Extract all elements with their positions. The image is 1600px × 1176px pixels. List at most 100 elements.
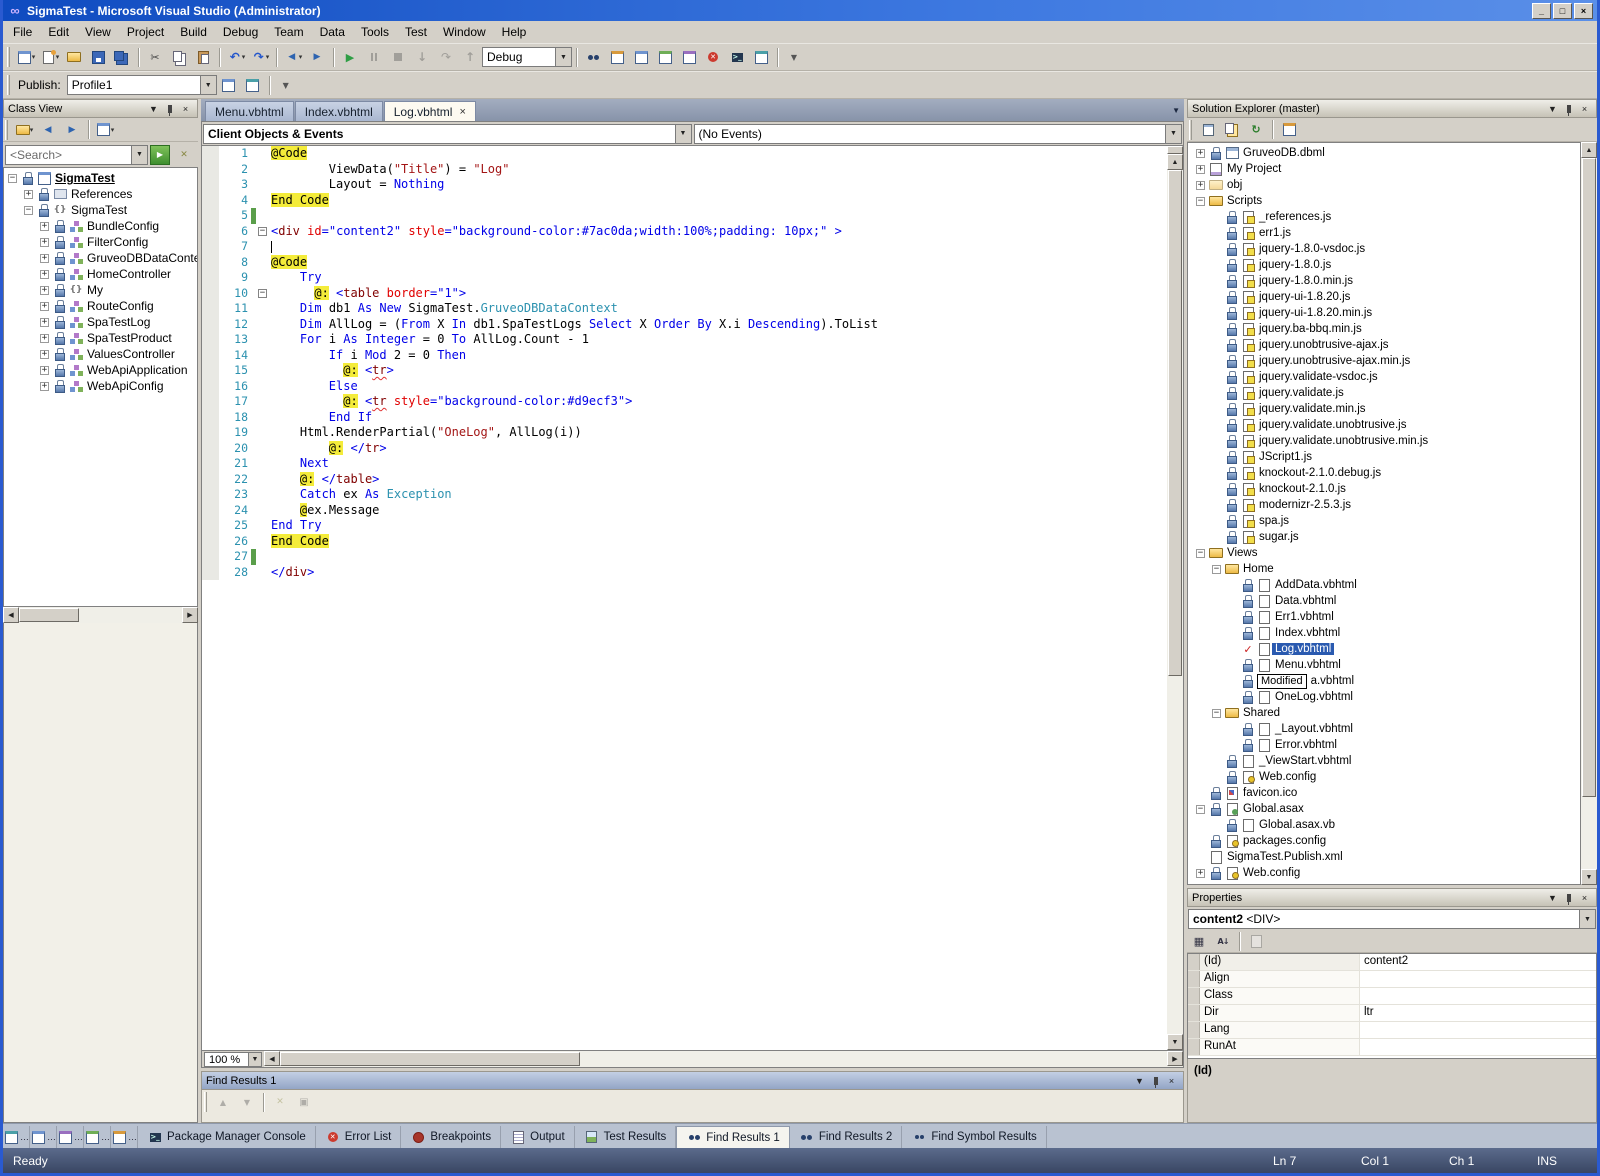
menu-build[interactable]: Build (172, 22, 215, 42)
scrollbar-thumb[interactable] (1168, 170, 1182, 677)
code-line-16[interactable]: 16 Else (202, 378, 1167, 394)
tree-item-sigmatest[interactable]: − SigmaTest (4, 170, 197, 186)
chevron-down-icon[interactable]: ▼ (674, 124, 691, 143)
tree-item-jquery-validate-unobtrusive-min-js[interactable]: jquery.validate.unobtrusive.min.js (1188, 433, 1580, 449)
tree-item-log-vbhtml[interactable]: Log.vbhtml (1188, 641, 1580, 657)
expand-icon[interactable]: + (40, 301, 49, 311)
tree-item-modernizr-2-5-3-js[interactable]: modernizr-2.5.3.js (1188, 497, 1580, 513)
tree-item-web-config[interactable]: + Web.config (1188, 865, 1580, 881)
class-view-forward-button[interactable] (60, 118, 84, 141)
menu-help[interactable]: Help (494, 22, 535, 42)
expand-icon[interactable]: + (1196, 164, 1205, 174)
publish-profile-combo[interactable]: Profile1 ▼ (66, 75, 217, 95)
expand-icon[interactable]: + (40, 285, 49, 295)
tree-item-web-config[interactable]: Web.config (1188, 769, 1580, 785)
close-icon[interactable]: × (1577, 891, 1592, 905)
property-row-class[interactable]: Class (1188, 988, 1596, 1005)
categorized-button[interactable] (1187, 930, 1211, 953)
expand-icon[interactable]: + (40, 381, 49, 391)
tree-item-err1-js[interactable]: err1.js (1188, 225, 1580, 241)
pin-icon[interactable] (1561, 102, 1576, 116)
close-icon[interactable]: × (178, 102, 193, 116)
code-line-14[interactable]: 14 If i Mod 2 = 0 Then (202, 347, 1167, 363)
code-line-19[interactable]: 19 Html.RenderPartial("OneLog", AllLog(i… (202, 425, 1167, 441)
tree-item-shared[interactable]: − Shared (1188, 705, 1580, 721)
tree-item-onelog-vbhtml[interactable]: OneLog.vbhtml (1188, 689, 1580, 705)
menu-window[interactable]: Window (435, 22, 494, 42)
property-row-lang[interactable]: Lang (1188, 1022, 1596, 1039)
expand-icon[interactable]: + (24, 189, 33, 199)
scroll-up-icon[interactable]: ▲ (1167, 154, 1183, 170)
events-combo[interactable]: (No Events) ▼ (693, 123, 1182, 144)
chevron-down-icon[interactable]: ▼ (131, 145, 147, 164)
close-icon[interactable]: × (459, 106, 465, 118)
tree-item-scripts[interactable]: − Scripts (1188, 193, 1580, 209)
minimized-tool-window-tab-5[interactable]: … (111, 1126, 138, 1148)
code-line-22[interactable]: 22 @: </table> (202, 471, 1167, 487)
chevron-down-icon[interactable]: ▼ (248, 1053, 261, 1066)
class-view-horizontal-scrollbar[interactable]: ◀ ▶ (3, 607, 198, 623)
open-file-button[interactable] (62, 46, 86, 69)
solution-explorer-button[interactable] (605, 46, 629, 69)
view-class-diagram-button[interactable] (1277, 118, 1301, 141)
tab-menu-vbhtml[interactable]: Menu.vbhtml (205, 101, 294, 121)
class-view-settings-button[interactable]: ▾ (93, 118, 117, 141)
close-icon[interactable]: × (1164, 1074, 1179, 1088)
publish-web-button[interactable] (217, 74, 241, 97)
tree-item-filterconfig[interactable]: + FilterConfig (4, 234, 197, 250)
tree-item-references[interactable]: + References (4, 186, 197, 202)
editor-horizontal-scrollbar[interactable]: ◀ ▶ (264, 1051, 1183, 1067)
tree-item-references-js[interactable]: _references.js (1188, 209, 1580, 225)
tree-item-views[interactable]: − Views (1188, 545, 1580, 561)
splitter-handle[interactable] (1167, 146, 1183, 154)
tree-item-menu-vbhtml[interactable]: Menu.vbhtml (1188, 657, 1580, 673)
expand-icon[interactable]: + (40, 269, 49, 279)
code-line-24[interactable]: 24 @ex.Message (202, 502, 1167, 518)
expand-icon[interactable]: + (40, 253, 49, 263)
property-value[interactable]: ltr (1360, 1005, 1596, 1021)
tree-item-spatestlog[interactable]: + SpaTestLog (4, 314, 197, 330)
menu-project[interactable]: Project (119, 22, 172, 42)
code-line-21[interactable]: 21 Next (202, 456, 1167, 472)
window-position-icon[interactable]: ▼ (146, 102, 161, 116)
scroll-down-icon[interactable]: ▼ (1581, 869, 1597, 885)
collapse-icon[interactable]: − (1196, 548, 1205, 558)
close-button[interactable]: × (1574, 2, 1593, 19)
paste-button[interactable] (191, 46, 215, 69)
tree-item-sugar-js[interactable]: sugar.js (1188, 529, 1580, 545)
collapse-icon[interactable]: − (1212, 564, 1221, 574)
code-line-1[interactable]: 1 @Code (202, 146, 1167, 162)
expand-icon[interactable]: + (40, 237, 49, 247)
chevron-down-icon[interactable]: ▼ (555, 48, 571, 66)
property-value[interactable] (1360, 1039, 1596, 1055)
code-line-8[interactable]: 8 @Code (202, 254, 1167, 270)
objects-combo[interactable]: Client Objects & Events ▼ (203, 123, 692, 144)
tool-window-tab-test-results[interactable]: Test Results (575, 1126, 677, 1148)
chevron-down-icon[interactable]: ▼ (1579, 910, 1595, 928)
code-line-9[interactable]: 9 Try (202, 270, 1167, 286)
code-line-13[interactable]: 13 For i As Integer = 0 To AllLog.Count … (202, 332, 1167, 348)
cut-button[interactable] (143, 46, 167, 69)
code-line-4[interactable]: 4 End Code (202, 192, 1167, 208)
minimize-button[interactable]: _ (1532, 2, 1551, 19)
tree-item-home[interactable]: − Home (1188, 561, 1580, 577)
tool-window-tab-find-results-1[interactable]: Find Results 1 (676, 1126, 790, 1148)
tree-item-jquery-validate-vsdoc-js[interactable]: jquery.validate-vsdoc.js (1188, 369, 1580, 385)
tree-item-jquery-validate-unobtrusive-js[interactable]: jquery.validate.unobtrusive.js (1188, 417, 1580, 433)
tool-window-tab-output[interactable]: Output (501, 1126, 575, 1148)
tree-item-webapiapplication[interactable]: + WebApiApplication (4, 362, 197, 378)
pin-icon[interactable] (1148, 1074, 1163, 1088)
outline-collapse-icon[interactable]: − (258, 288, 267, 298)
chevron-down-icon[interactable]: ▼ (1165, 124, 1181, 143)
find-in-files-button[interactable] (581, 46, 605, 69)
code-line-2[interactable]: 2 ViewData("Title") = "Log" (202, 161, 1167, 177)
tree-item-global-asax[interactable]: − Global.asax (1188, 801, 1580, 817)
code-line-11[interactable]: 11 Dim db1 As New SigmaTest.GruveoDBData… (202, 301, 1167, 317)
scroll-right-icon[interactable]: ▶ (1167, 1051, 1183, 1066)
tree-item-viewstart-vbhtml[interactable]: _ViewStart.vbhtml (1188, 753, 1580, 769)
minimized-tool-window-tab-2[interactable]: … (30, 1126, 57, 1148)
expand-icon[interactable]: + (1196, 180, 1205, 190)
property-value[interactable] (1360, 988, 1596, 1004)
tree-item-homecontroller[interactable]: + HomeController (4, 266, 197, 282)
scrollbar-thumb[interactable] (19, 608, 79, 622)
